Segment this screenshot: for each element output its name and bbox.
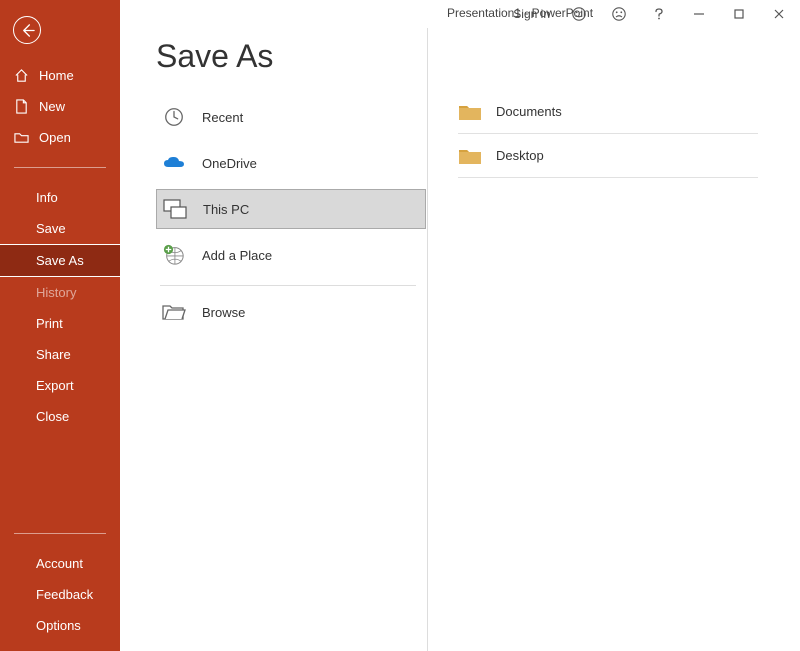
minimize-icon xyxy=(691,6,707,22)
sidebar-separator xyxy=(14,167,106,168)
help-button[interactable] xyxy=(642,2,676,26)
place-label: Browse xyxy=(202,305,245,320)
new-file-icon xyxy=(14,99,29,114)
page-title: Save As xyxy=(156,38,427,75)
close-button[interactable] xyxy=(762,2,796,26)
recent-icon xyxy=(162,106,186,128)
this-pc-icon xyxy=(163,198,187,220)
sidebar-label: Export xyxy=(36,378,74,393)
sidebar-label: Info xyxy=(36,190,58,205)
backstage-sidebar: Home New Open Info Save Save As History … xyxy=(0,0,120,651)
locations-column: Documents Desktop xyxy=(428,28,800,651)
place-label: OneDrive xyxy=(202,156,257,171)
folder-icon xyxy=(458,147,480,165)
main-area: Presentation1 - PowerPoint Sign in xyxy=(120,0,800,651)
maximize-button[interactable] xyxy=(722,2,756,26)
place-add-a-place[interactable]: Add a Place xyxy=(156,235,426,275)
location-label: Documents xyxy=(496,104,562,119)
face-smile-button[interactable] xyxy=(562,2,596,26)
open-folder-icon xyxy=(14,130,29,145)
sidebar-print[interactable]: Print xyxy=(0,308,120,339)
close-icon xyxy=(771,6,787,22)
title-bar: Presentation1 - PowerPoint Sign in xyxy=(240,0,800,28)
sidebar-label: Open xyxy=(39,130,71,145)
sidebar-history: History xyxy=(0,277,120,308)
place-label: Add a Place xyxy=(202,248,272,263)
sidebar-save-as[interactable]: Save As xyxy=(0,244,120,277)
sidebar-feedback[interactable]: Feedback xyxy=(0,579,120,610)
sidebar-separator xyxy=(14,533,106,534)
maximize-icon xyxy=(731,6,747,22)
sidebar-info[interactable]: Info xyxy=(0,182,120,213)
back-arrow-icon xyxy=(20,23,35,38)
location-label: Desktop xyxy=(496,148,544,163)
sidebar-open[interactable]: Open xyxy=(0,122,120,153)
sidebar-save[interactable]: Save xyxy=(0,213,120,244)
home-icon xyxy=(14,68,29,83)
onedrive-icon xyxy=(162,152,186,174)
place-onedrive[interactable]: OneDrive xyxy=(156,143,426,183)
sidebar-export[interactable]: Export xyxy=(0,370,120,401)
places-separator xyxy=(160,285,416,286)
places-column: Save As Recent OneDrive This PC Add a Pl… xyxy=(120,28,428,651)
sidebar-new[interactable]: New xyxy=(0,91,120,122)
sidebar-home[interactable]: Home xyxy=(0,60,120,91)
sidebar-label: Feedback xyxy=(36,587,93,602)
help-icon xyxy=(651,6,667,22)
back-button[interactable] xyxy=(13,16,41,44)
folder-icon xyxy=(458,103,480,121)
minimize-button[interactable] xyxy=(682,2,716,26)
sidebar-label: Print xyxy=(36,316,63,331)
place-browse[interactable]: Browse xyxy=(156,292,426,332)
sidebar-close[interactable]: Close xyxy=(0,401,120,432)
browse-folder-icon xyxy=(162,301,186,323)
sidebar-label: Home xyxy=(39,68,74,83)
sidebar-label: Close xyxy=(36,409,69,424)
location-documents[interactable]: Documents xyxy=(458,90,758,134)
place-recent[interactable]: Recent xyxy=(156,97,426,137)
sign-in-link[interactable]: Sign in xyxy=(513,7,550,21)
sidebar-label: Options xyxy=(36,618,81,633)
place-label: Recent xyxy=(202,110,243,125)
place-label: This PC xyxy=(203,202,249,217)
sidebar-label: Account xyxy=(36,556,83,571)
sidebar-label: History xyxy=(36,285,76,300)
add-place-icon xyxy=(162,244,186,266)
place-this-pc[interactable]: This PC xyxy=(156,189,426,229)
sidebar-options[interactable]: Options xyxy=(0,610,120,641)
sidebar-label: Save xyxy=(36,221,66,236)
sidebar-label: New xyxy=(39,99,65,114)
sidebar-account[interactable]: Account xyxy=(0,548,120,579)
face-smile-icon xyxy=(571,6,587,22)
sidebar-label: Save As xyxy=(36,253,84,268)
sidebar-share[interactable]: Share xyxy=(0,339,120,370)
location-desktop[interactable]: Desktop xyxy=(458,134,758,178)
face-frown-button[interactable] xyxy=(602,2,636,26)
face-frown-icon xyxy=(611,6,627,22)
sidebar-label: Share xyxy=(36,347,71,362)
